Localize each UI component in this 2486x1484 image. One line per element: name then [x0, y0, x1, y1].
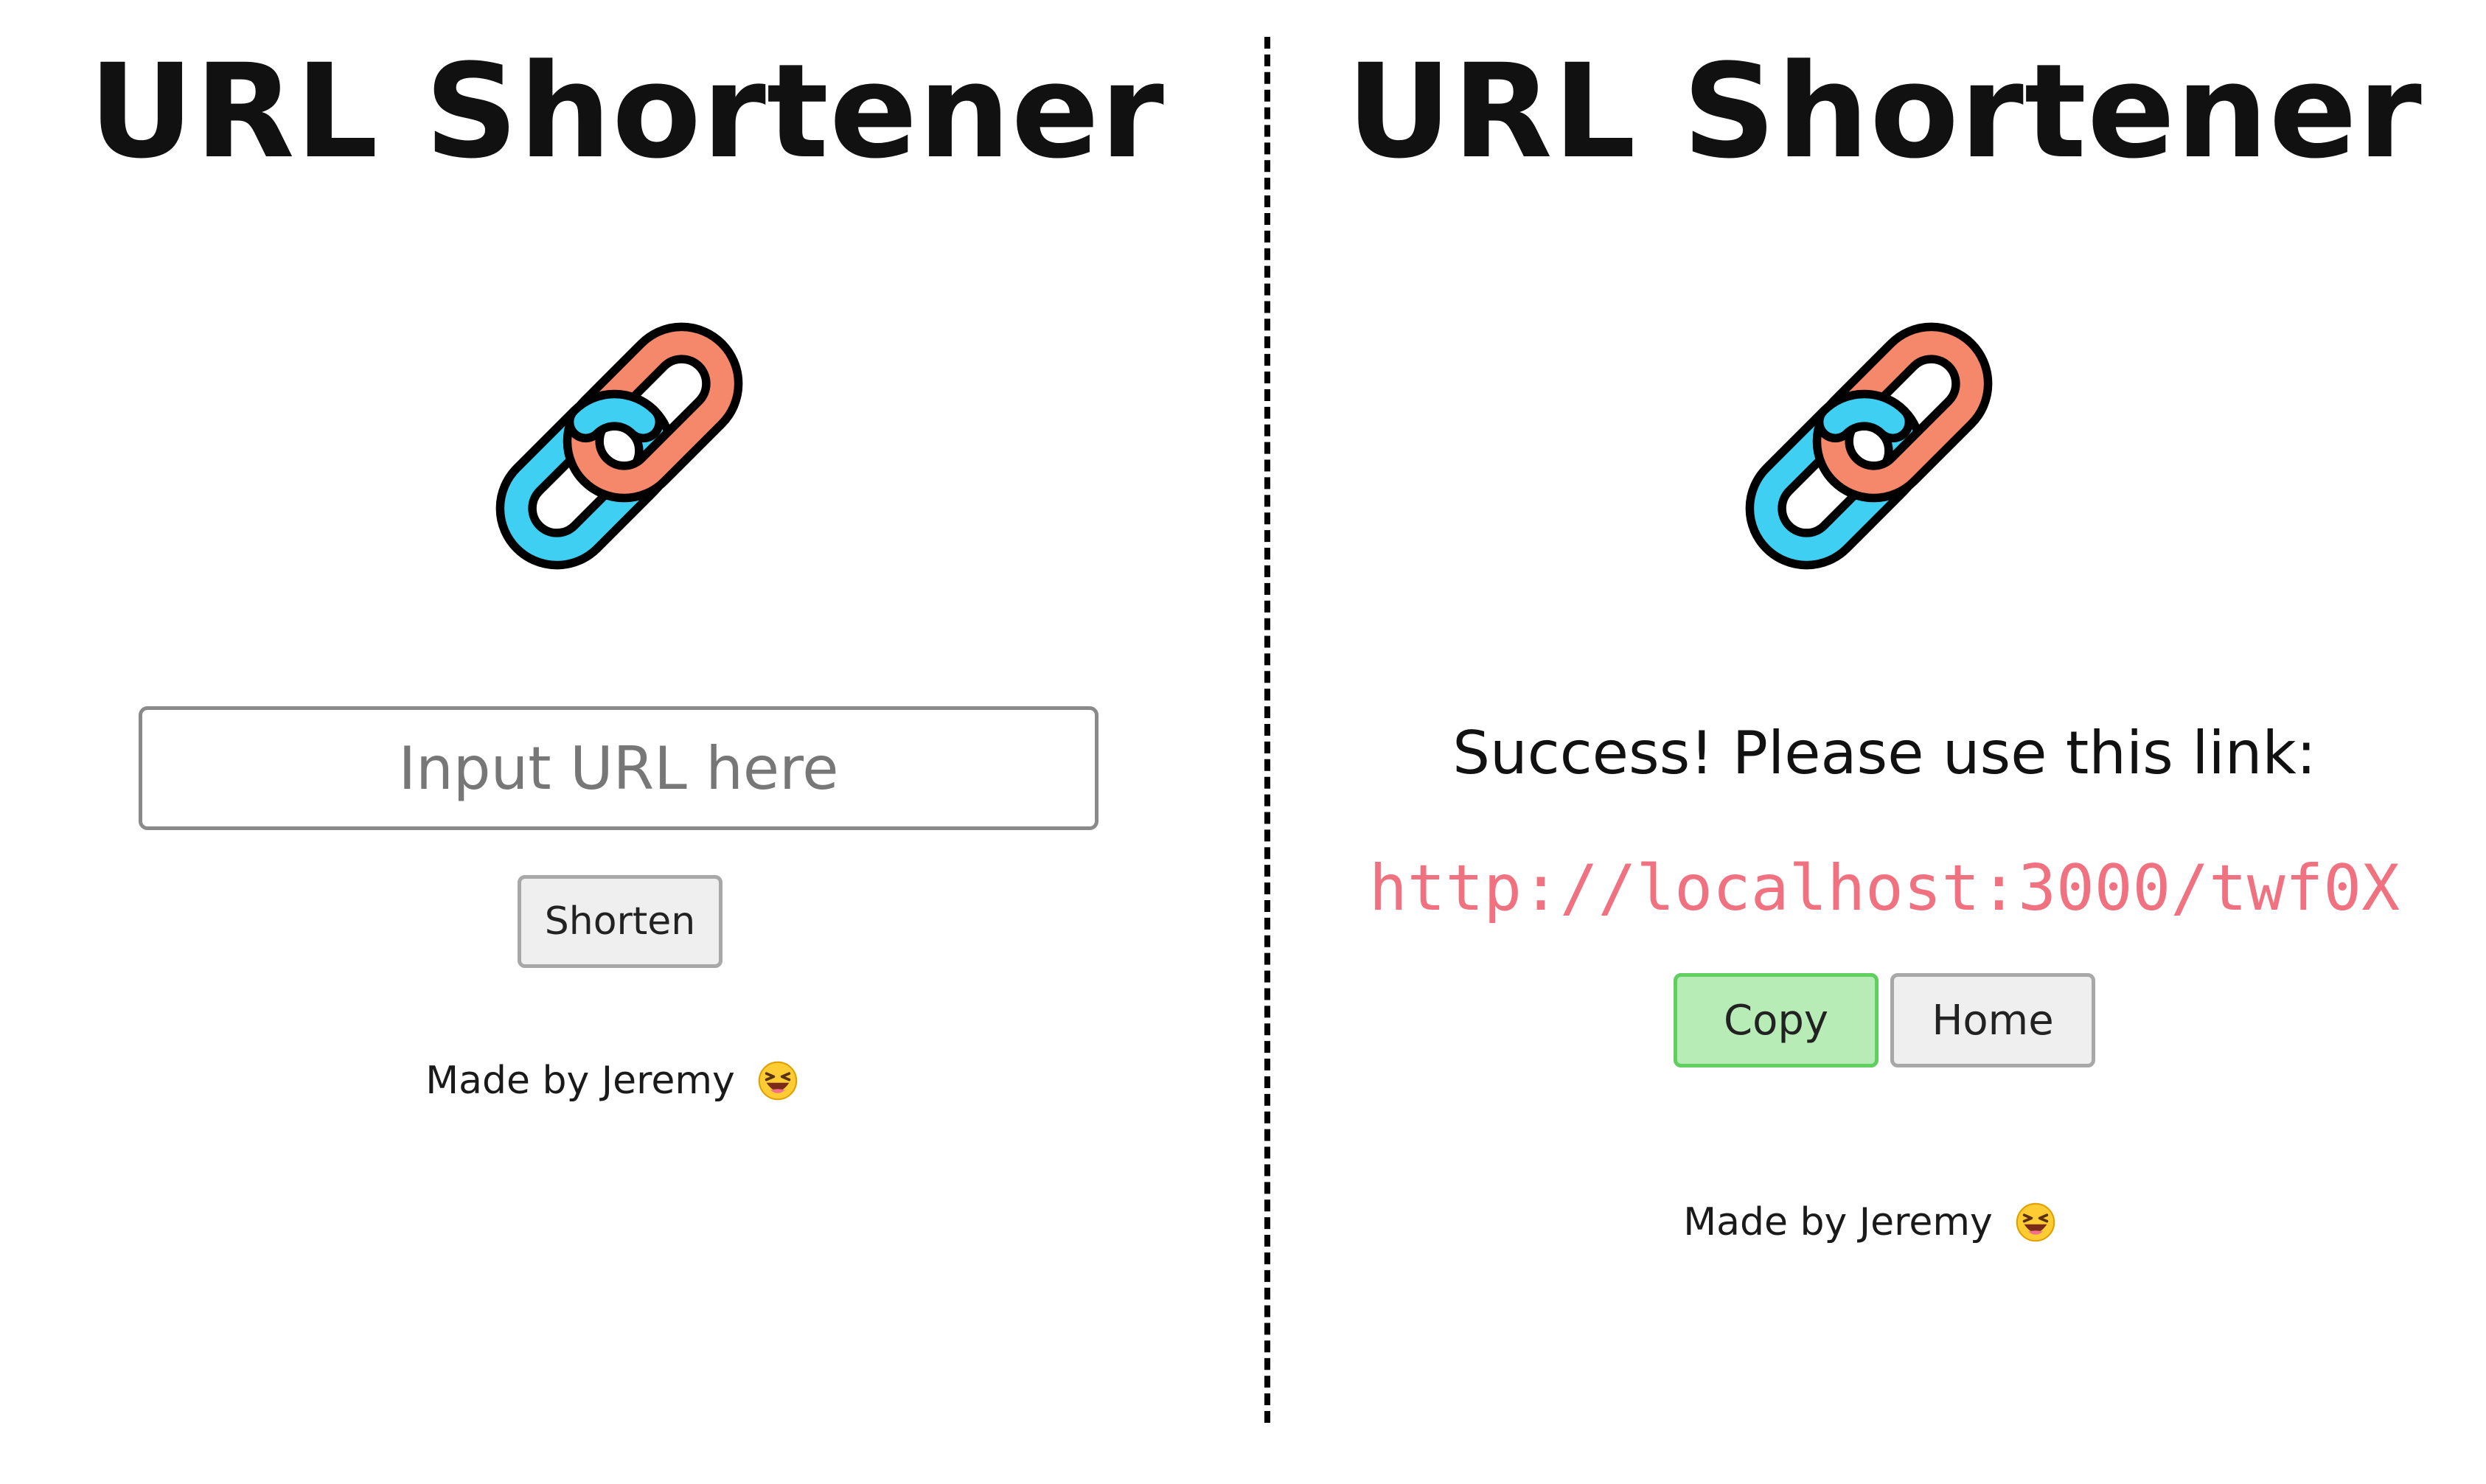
- panel-divider: [1264, 37, 1270, 1423]
- grinning-squinting-face-emoji-icon: [758, 1061, 798, 1101]
- footer: Made by Jeremy: [1283, 1200, 2486, 1244]
- page-title: URL Shortener: [88, 36, 1165, 187]
- footer: Made by Jeremy: [0, 1059, 1253, 1103]
- link-chain-icon: [1745, 322, 1993, 570]
- shortener-form-panel: URL Shortener Shorten Made by Jeremy: [0, 0, 1253, 1484]
- grinning-squinting-face-emoji-icon: [2016, 1202, 2055, 1242]
- footer-text: Made by Jeremy: [425, 1059, 735, 1103]
- url-input[interactable]: [139, 706, 1098, 830]
- footer-text: Made by Jeremy: [1683, 1200, 1993, 1244]
- short-url-link[interactable]: http://localhost:3000/twf0X: [1283, 851, 2486, 925]
- link-chain-icon: [495, 322, 743, 570]
- copy-button[interactable]: Copy: [1674, 973, 1879, 1067]
- shortener-result-panel: URL Shortener Success! Please use this l…: [1283, 0, 2486, 1484]
- home-button[interactable]: Home: [1890, 973, 2095, 1067]
- shorten-button[interactable]: Shorten: [518, 875, 723, 968]
- page-title: URL Shortener: [1346, 36, 2423, 187]
- success-message: Success! Please use this link:: [1452, 719, 2316, 787]
